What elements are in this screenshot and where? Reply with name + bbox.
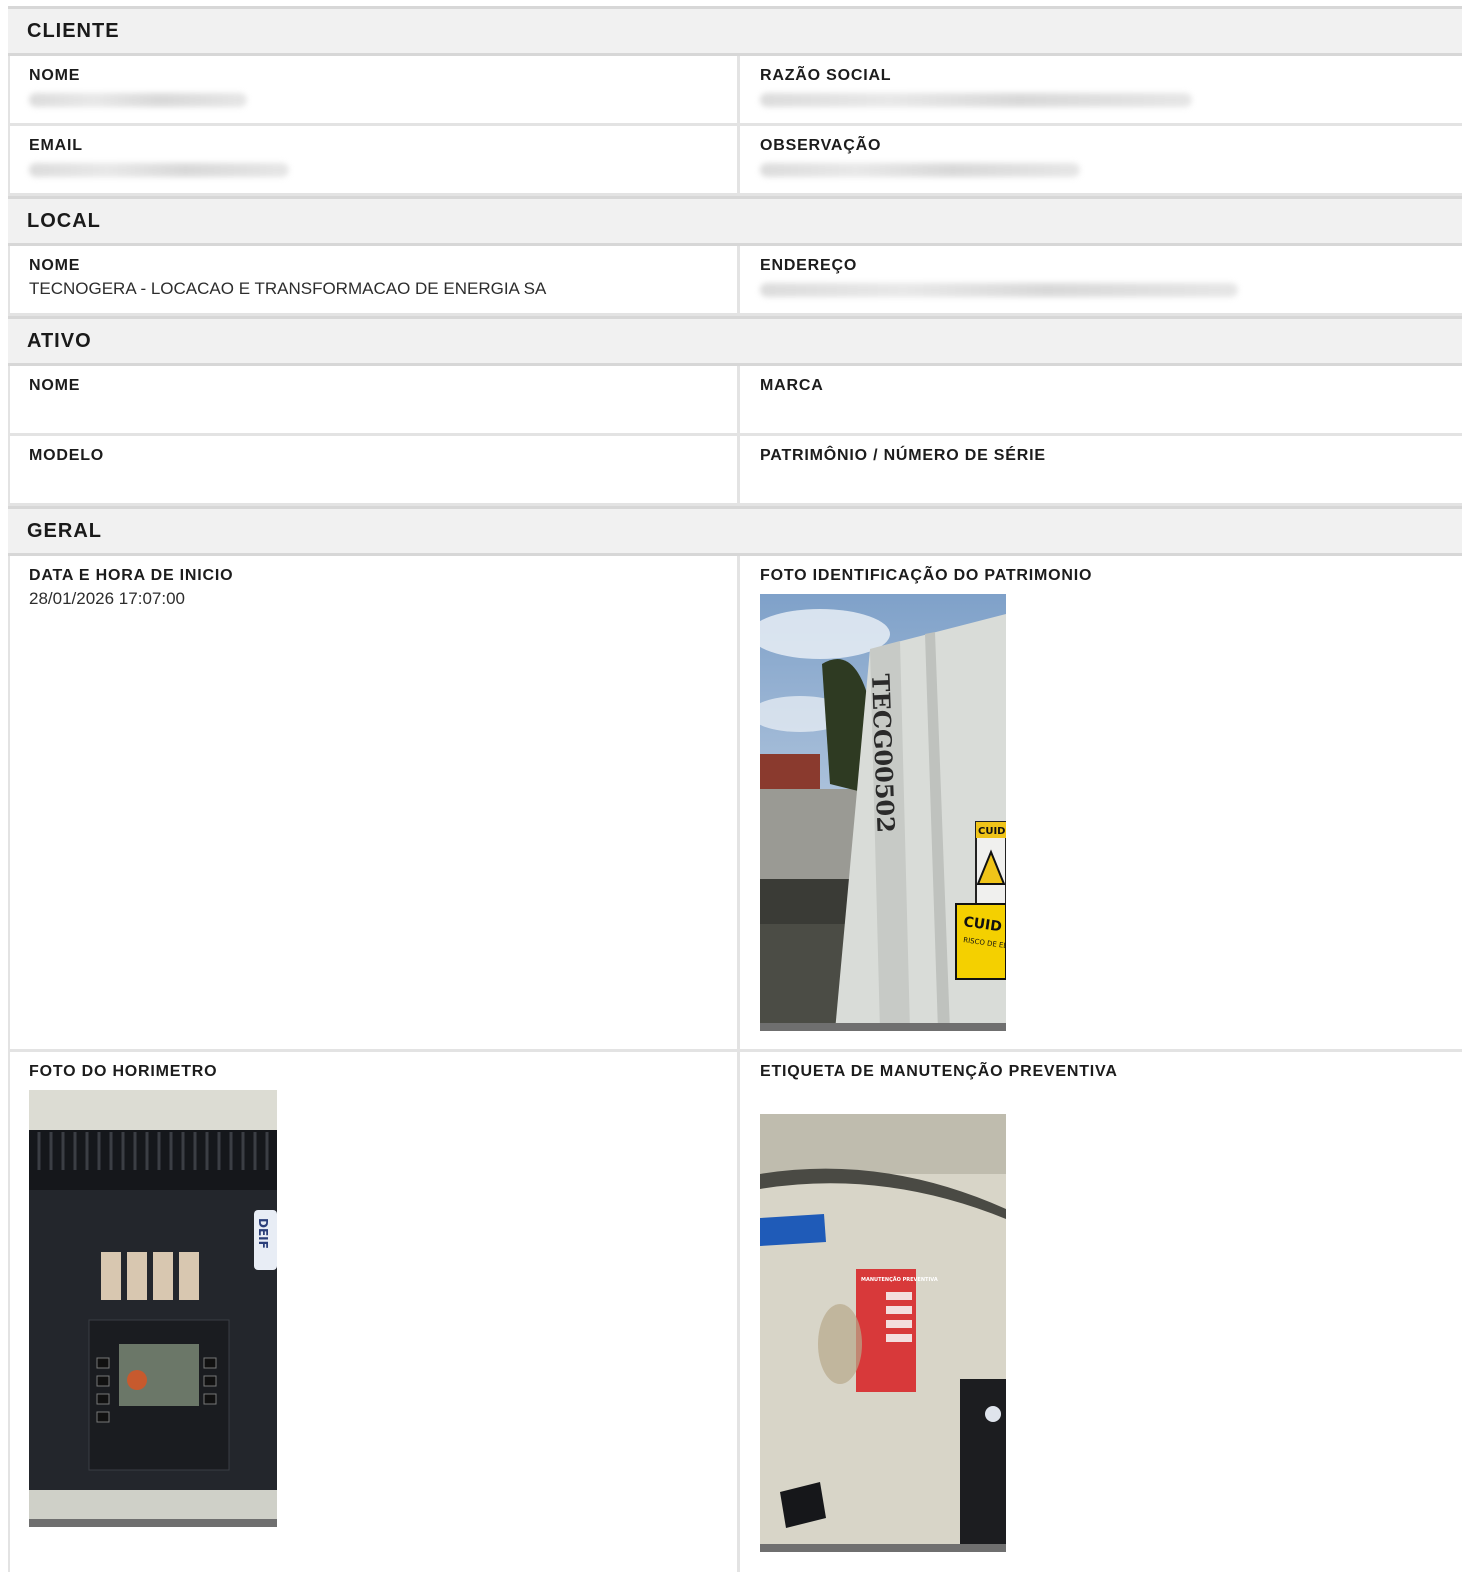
local-endereco-cell: ENDEREÇO bbox=[740, 246, 1462, 313]
foto-horimetro-image[interactable]: DEIF bbox=[29, 1090, 277, 1527]
field-label: NOME bbox=[29, 377, 81, 394]
geral-row-1: DATA E HORA DE INICIO 28/01/2026 17:07:0… bbox=[8, 556, 1462, 1052]
field-label: EMAIL bbox=[29, 137, 83, 154]
field-label: DATA E HORA DE INICIO bbox=[29, 567, 234, 584]
field-label: FOTO DO HORIMETRO bbox=[29, 1063, 218, 1080]
field-label: MARCA bbox=[760, 377, 824, 394]
section-title: LOCAL bbox=[27, 209, 101, 232]
section-header-geral: GERAL bbox=[8, 506, 1462, 556]
report: CLIENTE NOME RAZÃO SOCIAL EMAIL OBSERVAÇ… bbox=[8, 6, 1462, 1572]
field-label: ENDEREÇO bbox=[760, 257, 858, 274]
local-nome-cell: NOME TECNOGERA - LOCACAO E TRANSFORMACAO… bbox=[10, 246, 740, 313]
redacted-value bbox=[29, 163, 289, 177]
local-row-1: NOME TECNOGERA - LOCACAO E TRANSFORMACAO… bbox=[8, 246, 1462, 316]
ativo-patrimonio-cell: PATRIMÔNIO / NÚMERO DE SÉRIE bbox=[740, 436, 1462, 503]
redacted-value bbox=[29, 93, 247, 107]
field-label: FOTO IDENTIFICAÇÃO DO PATRIMONIO bbox=[760, 567, 1093, 584]
cliente-row-1: NOME RAZÃO SOCIAL bbox=[8, 56, 1462, 126]
section-header-local: LOCAL bbox=[8, 196, 1462, 246]
patrimonio-number-text: TECG00502 bbox=[866, 673, 901, 833]
redacted-value bbox=[760, 163, 1080, 177]
section-header-ativo: ATIVO bbox=[8, 316, 1462, 366]
ativo-modelo-cell: MODELO bbox=[10, 436, 740, 503]
field-label: RAZÃO SOCIAL bbox=[760, 67, 892, 84]
cliente-email-cell: EMAIL bbox=[10, 126, 740, 193]
ativo-row-1: NOME MARCA bbox=[8, 366, 1462, 436]
cliente-nome-cell: NOME bbox=[10, 56, 740, 123]
data-hora-value: 28/01/2026 17:07:00 bbox=[29, 589, 185, 608]
field-label: ETIQUETA DE MANUTENÇÃO PREVENTIVA bbox=[760, 1063, 1118, 1080]
redacted-value bbox=[760, 93, 1192, 107]
local-nome-value: TECNOGERA - LOCACAO E TRANSFORMACAO DE E… bbox=[29, 279, 547, 298]
foto-etiqueta-image[interactable]: MANUTENÇÃO PREVENTIVA bbox=[760, 1114, 1006, 1552]
geral-row-2: FOTO DO HORIMETRO DEIF ETIQUETA DE MANUT… bbox=[8, 1052, 1462, 1572]
ativo-row-2: MODELO PATRIMÔNIO / NÚMERO DE SÉRIE bbox=[8, 436, 1462, 506]
ativo-marca-cell: MARCA bbox=[740, 366, 1462, 433]
ativo-nome-cell: NOME bbox=[10, 366, 740, 433]
section-title: GERAL bbox=[27, 519, 102, 542]
section-header-cliente: CLIENTE bbox=[8, 6, 1462, 56]
geral-foto-patrimonio-cell: FOTO IDENTIFICAÇÃO DO PATRIMONIO TECG005… bbox=[740, 556, 1462, 1049]
section-title: ATIVO bbox=[27, 329, 92, 352]
field-label: PATRIMÔNIO / NÚMERO DE SÉRIE bbox=[760, 447, 1046, 464]
field-label: NOME bbox=[29, 257, 81, 274]
cliente-razao-cell: RAZÃO SOCIAL bbox=[740, 56, 1462, 123]
cliente-obs-cell: OBSERVAÇÃO bbox=[740, 126, 1462, 193]
geral-etiqueta-cell: ETIQUETA DE MANUTENÇÃO PREVENTIVA MANUTE… bbox=[740, 1052, 1462, 1572]
cliente-row-2: EMAIL OBSERVAÇÃO bbox=[8, 126, 1462, 196]
foto-patrimonio-image[interactable]: TECG00502 CUID CUID RISCO DE ELÉTR bbox=[760, 594, 1006, 1031]
sign-top-text: CUID bbox=[978, 826, 1005, 837]
field-label: NOME bbox=[29, 67, 81, 84]
field-label: OBSERVAÇÃO bbox=[760, 137, 882, 154]
brand-text: DEIF bbox=[256, 1218, 270, 1249]
redacted-value bbox=[760, 283, 1238, 297]
field-label: MODELO bbox=[29, 447, 105, 464]
label-title-text: MANUTENÇÃO PREVENTIVA bbox=[861, 1276, 938, 1283]
geral-horimetro-cell: FOTO DO HORIMETRO DEIF bbox=[10, 1052, 740, 1572]
geral-data-cell: DATA E HORA DE INICIO 28/01/2026 17:07:0… bbox=[10, 556, 740, 1049]
section-title: CLIENTE bbox=[27, 19, 120, 42]
